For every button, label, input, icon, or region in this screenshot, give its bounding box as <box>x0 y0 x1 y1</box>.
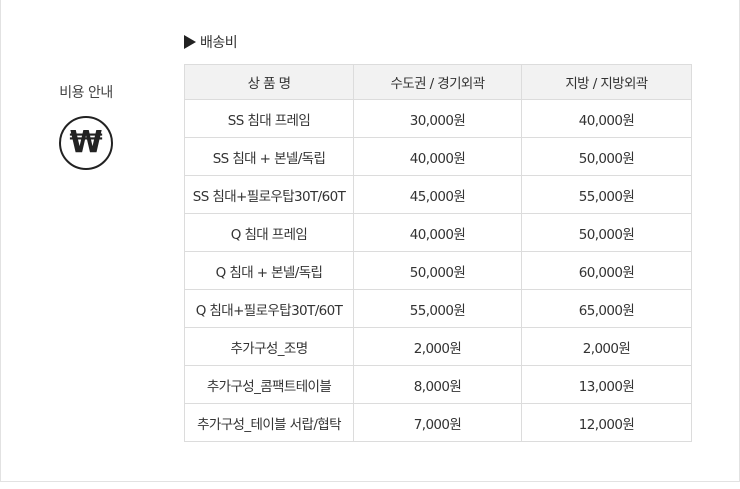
table-row: SS 침대 프레임 30,000원 40,000원 <box>184 99 692 138</box>
shipping-fee-heading: 배송비 <box>184 32 238 52</box>
product-name-cell: Q 침대 프레임 <box>184 213 354 252</box>
cost-guide-title: 비용 안내 <box>59 85 113 101</box>
metro-fee-cell: 2,000원 <box>353 327 522 366</box>
metro-fee-cell: 50,000원 <box>353 251 522 290</box>
product-name-cell: Q 침대 + 본넬/독립 <box>184 251 354 290</box>
regional-fee-cell: 13,000원 <box>521 365 692 404</box>
regional-fee-cell: 40,000원 <box>521 99 692 138</box>
section-divider <box>0 481 740 482</box>
metro-fee-cell: 8,000원 <box>353 365 522 404</box>
table-row: SS 침대+필로우탑30T/60T 45,000원 55,000원 <box>184 175 692 214</box>
regional-fee-cell: 12,000원 <box>521 403 692 442</box>
column-header-metro: 수도권 / 경기외곽 <box>353 64 522 100</box>
triangle-right-icon <box>184 35 196 49</box>
cost-guide-panel: 비용 안내 ₩ <box>0 82 172 170</box>
product-name-cell: SS 침대+필로우탑30T/60T <box>184 175 354 214</box>
regional-fee-cell: 65,000원 <box>521 289 692 328</box>
product-name-cell: 추가구성_조명 <box>184 327 354 366</box>
regional-fee-cell: 50,000원 <box>521 137 692 176</box>
product-name-cell: SS 침대 + 본넬/독립 <box>184 137 354 176</box>
table-row: SS 침대 + 본넬/독립 40,000원 50,000원 <box>184 137 692 176</box>
product-name-cell: 추가구성_테이블 서랍/협탁 <box>184 403 354 442</box>
product-name-cell: SS 침대 프레임 <box>184 99 354 138</box>
table-row: Q 침대 + 본넬/독립 50,000원 60,000원 <box>184 251 692 290</box>
metro-fee-cell: 40,000원 <box>353 137 522 176</box>
won-icon: ₩ <box>59 116 113 170</box>
regional-fee-cell: 60,000원 <box>521 251 692 290</box>
metro-fee-cell: 7,000원 <box>353 403 522 442</box>
column-header-product: 상 품 명 <box>184 64 354 100</box>
regional-fee-cell: 55,000원 <box>521 175 692 214</box>
regional-fee-cell: 50,000원 <box>521 213 692 252</box>
metro-fee-cell: 55,000원 <box>353 289 522 328</box>
table-row: 추가구성_테이블 서랍/협탁 7,000원 12,000원 <box>184 403 692 442</box>
metro-fee-cell: 40,000원 <box>353 213 522 252</box>
table-header-row: 상 품 명 수도권 / 경기외곽 지방 / 지방외곽 <box>184 64 692 100</box>
product-name-cell: 추가구성_콤팩트테이블 <box>184 365 354 404</box>
shipping-fee-heading-label: 배송비 <box>200 35 238 51</box>
column-header-regional: 지방 / 지방외곽 <box>521 64 692 100</box>
metro-fee-cell: 45,000원 <box>353 175 522 214</box>
table-row: Q 침대+필로우탑30T/60T 55,000원 65,000원 <box>184 289 692 328</box>
regional-fee-cell: 2,000원 <box>521 327 692 366</box>
table-row: Q 침대 프레임 40,000원 50,000원 <box>184 213 692 252</box>
table-row: 추가구성_조명 2,000원 2,000원 <box>184 327 692 366</box>
metro-fee-cell: 30,000원 <box>353 99 522 138</box>
table-row: 추가구성_콤팩트테이블 8,000원 13,000원 <box>184 365 692 404</box>
shipping-fee-table: 상 품 명 수도권 / 경기외곽 지방 / 지방외곽 SS 침대 프레임 30,… <box>184 64 692 442</box>
product-name-cell: Q 침대+필로우탑30T/60T <box>184 289 354 328</box>
